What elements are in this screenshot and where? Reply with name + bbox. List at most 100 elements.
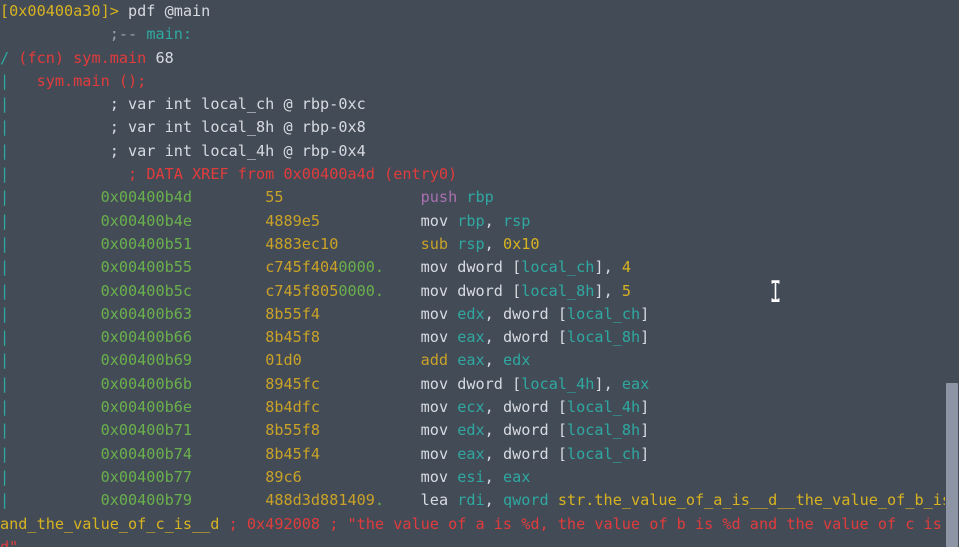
- instruction-operand: dword: [493, 421, 558, 440]
- function-name-label: main:: [146, 25, 193, 44]
- instruction-operand: [: [512, 374, 522, 393]
- instruction-address: 0x00400b4e: [100, 211, 193, 230]
- instruction-bytes: 01d0: [265, 351, 302, 370]
- instruction-mnemonic: mov: [420, 211, 449, 230]
- instruction-row: | 0x00400b66 8b45f8 mov eax, dword [loca…: [0, 326, 959, 349]
- instruction-operand: [: [557, 304, 567, 323]
- terminal-window[interactable]: [0x00400a30]> pdf @main ;-- main: / (fcn)…: [0, 0, 959, 547]
- scrollbar-track[interactable]: [945, 0, 959, 547]
- instruction-operand: ,: [484, 444, 494, 463]
- instruction-mnemonic: mov: [420, 374, 449, 393]
- instruction-mnemonic: mov: [420, 398, 449, 417]
- variable-declaration: ; var int local_4h @ rbp-0x4: [9, 141, 366, 160]
- instruction-row: | 0x00400b6e 8b4dfc mov ecx, dword [loca…: [0, 396, 959, 419]
- instruction-bytes: 8b55f4: [265, 304, 321, 323]
- instruction-mnemonic: add: [420, 351, 449, 370]
- function-size: 68: [155, 48, 174, 67]
- branch-glyph: |: [0, 258, 10, 277]
- instruction-operand: edx: [448, 304, 485, 323]
- instruction-bytes: c745f404: [265, 258, 339, 277]
- scrollbar-thumb[interactable]: [946, 383, 958, 547]
- instruction-row: | 0x00400b77 89c6 mov esi, eax: [0, 466, 959, 489]
- instruction-mnemonic: mov: [420, 258, 449, 277]
- function-signature: sym.main ();: [9, 71, 147, 90]
- instruction-operand: ,: [484, 328, 494, 347]
- instruction-operand: local_ch: [567, 444, 641, 463]
- instruction-address: 0x00400b6b: [100, 374, 193, 393]
- instruction-row: | 0x00400b74 8b45f4 mov eax, dword [loca…: [0, 443, 959, 466]
- instruction-bytes: 8b45f8: [265, 328, 321, 347]
- instruction-operand: dword: [448, 374, 513, 393]
- instruction-mnemonic: sub: [420, 234, 449, 253]
- instruction-operand: eax: [612, 374, 650, 393]
- instruction-operand: eax: [448, 351, 485, 370]
- instruction-row: | 0x00400b71 8b55f8 mov edx, dword [loca…: [0, 419, 959, 442]
- instruction-operand: [: [557, 398, 567, 417]
- branch-glyph: |: [0, 491, 10, 510]
- instruction-row: | 0x00400b63 8b55f4 mov edx, dword [loca…: [0, 303, 959, 326]
- branch-glyph: |: [0, 398, 10, 417]
- instruction-operand: rsp: [493, 211, 531, 230]
- instruction-operand: ,: [603, 258, 613, 277]
- instruction-operand: ,: [484, 304, 494, 323]
- instruction-operand: qword: [493, 491, 558, 510]
- branch-glyph: |: [0, 234, 10, 253]
- branch-glyph: |: [0, 211, 10, 230]
- instruction-operand: ]: [640, 398, 650, 417]
- instruction-operand: [: [557, 421, 567, 440]
- instruction-operand: [: [557, 328, 567, 347]
- instruction-operand: esi: [448, 467, 485, 486]
- string-literal-cont: d": [0, 537, 19, 547]
- instruction-operand: [: [512, 258, 522, 277]
- separator: ;: [320, 514, 348, 533]
- instruction-operand: 4: [612, 258, 632, 277]
- instruction-row: | 0x00400b55 c745f4040000. mov dword [lo…: [0, 256, 959, 279]
- instruction-operand: dword: [448, 281, 513, 300]
- instruction-address: 0x00400b5c: [100, 281, 193, 300]
- string-symbol-cont: and_the_value_of_c_is__d: [0, 514, 220, 533]
- instruction-address: 0x00400b4d: [100, 188, 193, 207]
- instruction-operand: local_4h: [521, 374, 595, 393]
- instruction-operand: dword: [493, 328, 558, 347]
- instruction-operand: ,: [484, 398, 494, 417]
- separator: ;: [219, 514, 247, 533]
- instruction-operand: dword: [493, 304, 558, 323]
- instruction-row: | 0x00400b69 01d0 add eax, edx: [0, 349, 959, 372]
- variable-declaration: ; var int local_8h @ rbp-0x8: [9, 118, 366, 137]
- instruction-operand: ]: [640, 328, 650, 347]
- function-comment-row: ;-- main:: [0, 23, 959, 46]
- instruction-mnemonic: mov: [420, 467, 449, 486]
- branch-glyph: |: [0, 467, 10, 486]
- prompt-label: [0x00400a30]>: [0, 2, 119, 20]
- terminal-screen[interactable]: [0x00400a30]> pdf @main ;-- main: / (fcn)…: [0, 0, 959, 547]
- branch-glyph: |: [0, 351, 10, 370]
- variable-row: | ; var int local_ch @ rbp-0xc: [0, 93, 959, 116]
- branch-glyph: |: [0, 444, 10, 463]
- instruction-address: 0x00400b63: [100, 304, 193, 323]
- instruction-bytes-zeros: .: [374, 491, 385, 510]
- instruction-operand: ]: [594, 258, 604, 277]
- variable-row: | ; var int local_4h @ rbp-0x4: [0, 140, 959, 163]
- string-symbol: str.the_value_of_a_is__d__the_value_of_b…: [557, 491, 959, 510]
- instruction-bytes: 8b4dfc: [265, 398, 321, 417]
- instruction-mnemonic: mov: [420, 328, 449, 347]
- instruction-bytes: 55: [265, 188, 284, 207]
- instruction-address: 0x00400b77: [100, 467, 193, 486]
- instruction-operand: ]: [640, 304, 650, 323]
- instruction-operand: rbp: [457, 188, 494, 207]
- string-literal: "the value of a is %d, the value of b is…: [347, 514, 959, 533]
